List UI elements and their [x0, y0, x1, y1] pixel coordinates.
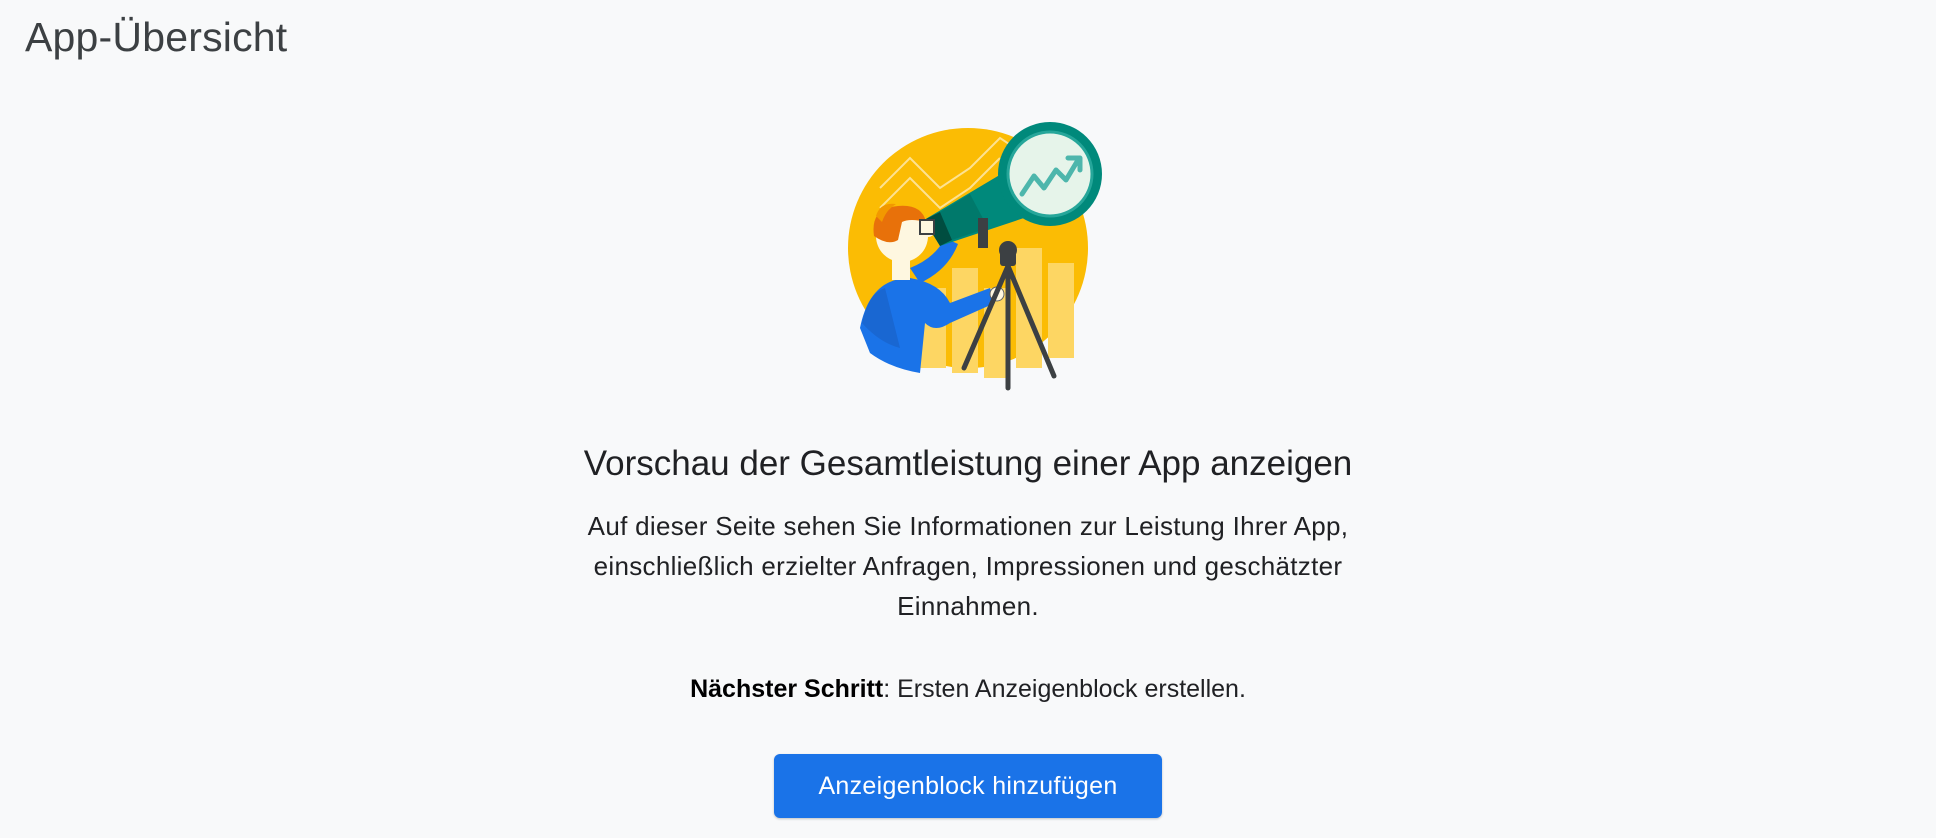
empty-state-content: Vorschau der Gesamtleistung einer App an… [0, 436, 1936, 818]
next-step-text: : Ersten Anzeigenblock erstellen. [883, 675, 1246, 703]
empty-state-description: Auf dieser Seite sehen Sie Informationen… [587, 511, 1349, 621]
next-step-label: Nächster Schritt [690, 675, 884, 703]
page-title: App-Übersicht [25, 14, 288, 60]
telescope-analytics-illustration [840, 118, 1120, 398]
empty-state-headline: Vorschau der Gesamtleistung einer App an… [583, 444, 1353, 483]
next-step-hint: Nächster Schritt: Ersten Anzeigenblock e… [0, 672, 1936, 706]
app-overview-page: App-Übersicht Vorschau der Gesamtleistun… [0, 0, 1936, 838]
add-ad-unit-button[interactable]: Anzeigenblock hinzufügen [774, 754, 1162, 818]
